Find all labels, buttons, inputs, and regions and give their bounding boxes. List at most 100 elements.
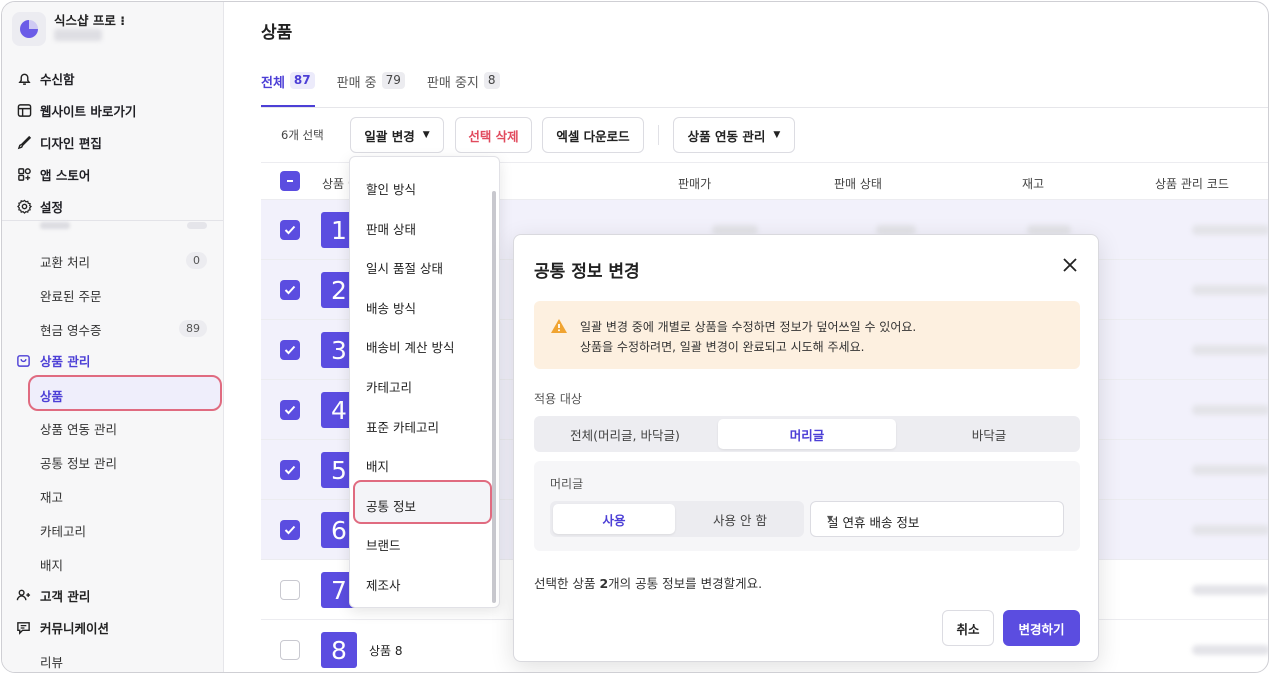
sidebar-item-completed[interactable]: 완료된 주문	[40, 286, 101, 305]
product-name[interactable]: 상품 8	[369, 642, 403, 659]
blurred-cell	[1192, 465, 1268, 475]
menu-item[interactable]: 제조사	[366, 575, 401, 594]
menu-item[interactable]: 카테고리	[366, 377, 412, 396]
common-info-select[interactable]: 설 연휴 배송 정보 ▼	[810, 501, 1064, 537]
blurred-cell	[1192, 345, 1268, 355]
bell-icon	[16, 70, 32, 86]
use-option-off[interactable]: 사용 안 함	[679, 504, 801, 534]
row-checkbox[interactable]	[280, 460, 300, 480]
sidebar-item-stock[interactable]: 재고	[40, 487, 63, 506]
use-option-on[interactable]: 사용	[553, 504, 675, 534]
sidebar-item-inbox[interactable]: 수신함	[2, 62, 223, 94]
tab-on-sale[interactable]: 판매 중 79	[337, 70, 405, 107]
sidebar-item-design[interactable]: 디자인 편집	[2, 126, 223, 158]
clipped-item	[40, 222, 70, 229]
row-checkbox[interactable]	[280, 520, 300, 540]
sidebar-item-product-link[interactable]: 상품 연동 관리	[40, 419, 117, 438]
column-header[interactable]: 상품 관리 코드	[1155, 175, 1229, 192]
status-tabs: 전체 87 판매 중 79 판매 중지 8	[261, 70, 522, 107]
app-window: 식스샵 프로 ⁝ 수신함 웹사이트 바로가기 디자인 편집 앱 스토어 설정 교…	[1, 1, 1269, 673]
blurred-cell	[1192, 525, 1268, 535]
column-header[interactable]: 판매가	[678, 175, 711, 192]
menu-scrollbar[interactable]	[492, 191, 496, 603]
dialog-title: 공통 정보 변경	[534, 262, 640, 282]
warning-banner: 일괄 변경 중에 개별로 상품을 수정하면 정보가 덮어쓰일 수 있어요. 상품…	[534, 301, 1080, 369]
table-toolbar: 6개 선택 일괄 변경 ▼ 선택 삭제 엑셀 다운로드 상품 연동 관리 ▼	[261, 117, 1261, 153]
confirm-button[interactable]: 변경하기	[1003, 610, 1080, 646]
count-badge: 0	[186, 252, 207, 269]
tab-all[interactable]: 전체 87	[261, 70, 315, 107]
sidebar-item-label: 앱 스토어	[40, 167, 91, 183]
menu-item[interactable]: 브랜드	[366, 535, 401, 554]
column-header[interactable]: 판매 상태	[834, 175, 882, 192]
brush-icon	[16, 134, 32, 150]
sidebar-divider	[2, 220, 223, 221]
excel-download-button[interactable]: 엑셀 다운로드	[542, 117, 644, 153]
sidebar-item-category[interactable]: 카테고리	[40, 521, 86, 540]
product-thumbnail[interactable]: 8	[321, 632, 357, 668]
menu-item[interactable]: 일시 품절 상태	[366, 258, 443, 277]
sidebar-item-review[interactable]: 리뷰	[40, 652, 63, 671]
count-badge: 89	[179, 320, 207, 337]
tab-stopped[interactable]: 판매 중지 8	[427, 70, 500, 107]
menu-item[interactable]: 배송비 계산 방식	[366, 337, 454, 356]
sidebar-item-common-info[interactable]: 공통 정보 관리	[40, 453, 117, 472]
gear-icon	[16, 198, 32, 214]
select-all-checkbox[interactable]	[280, 171, 300, 191]
caret-down-icon: ▼	[773, 130, 781, 140]
minus-icon	[287, 180, 293, 182]
sidebar: 식스샵 프로 ⁝ 수신함 웹사이트 바로가기 디자인 편집 앱 스토어 설정 교…	[2, 2, 224, 672]
sidebar-item-badge[interactable]: 배지	[40, 555, 63, 574]
tab-label: 판매 중지	[426, 76, 479, 91]
column-header[interactable]: 재고	[1022, 175, 1044, 192]
blurred-cell	[1192, 645, 1268, 655]
tab-label: 전체	[261, 76, 285, 91]
menu-item[interactable]: 배송 방식	[366, 298, 416, 317]
toolbar-divider	[658, 125, 659, 145]
sidebar-item-receipt[interactable]: 현금 영수증	[40, 320, 101, 339]
row-checkbox[interactable]	[280, 220, 300, 240]
sidebar-group-customers[interactable]: 고객 관리	[16, 586, 90, 605]
button-label: 일괄 변경	[364, 128, 415, 144]
sidebar-item-label: 디자인 편집	[40, 135, 102, 151]
sidebar-item-website[interactable]: 웹사이트 바로가기	[2, 94, 223, 126]
sidebar-nav: 수신함 웹사이트 바로가기 디자인 편집 앱 스토어 설정	[2, 62, 223, 222]
menu-item[interactable]: 공통 정보	[366, 496, 416, 515]
row-checkbox[interactable]	[280, 580, 300, 600]
common-info-dialog: 공통 정보 변경 일괄 변경 중에 개별로 상품을 수정하면 정보가 덮어쓰일 …	[513, 234, 1099, 662]
blurred-cell	[1192, 285, 1268, 295]
row-checkbox[interactable]	[280, 640, 300, 660]
sidebar-item-settings[interactable]: 설정	[2, 190, 223, 222]
sidebar-group-label: 고객 관리	[40, 589, 91, 604]
sidebar-item-exchange[interactable]: 교환 처리	[40, 252, 90, 271]
sidebar-group-products[interactable]: 상품 관리	[16, 351, 90, 370]
target-option-header[interactable]: 머리글	[718, 419, 896, 449]
caret-down-icon: ▼	[827, 514, 834, 523]
cancel-button[interactable]: 취소	[942, 610, 994, 646]
bag-icon	[16, 353, 32, 369]
page-title: 상품	[261, 23, 293, 43]
delete-selected-button[interactable]: 선택 삭제	[455, 117, 532, 153]
summary-part: 개의 공통 정보를 변경할게요.	[608, 576, 763, 591]
button-label: 상품 연동 관리	[687, 128, 766, 144]
sidebar-group-communication[interactable]: 커뮤니케이션	[16, 618, 109, 637]
sidebar-item-label: 설정	[40, 199, 64, 215]
caret-down-icon: ▼	[422, 130, 430, 140]
check-icon	[284, 225, 296, 235]
target-option-footer[interactable]: 바닥글	[901, 419, 1077, 449]
store-switcher[interactable]: 식스샵 프로 ⁝	[12, 10, 222, 50]
menu-item[interactable]: 할인 방식	[366, 179, 416, 198]
row-checkbox[interactable]	[280, 340, 300, 360]
menu-item[interactable]: 판매 상태	[366, 219, 416, 238]
sidebar-item-products[interactable]: 상품	[28, 375, 222, 411]
target-option-all[interactable]: 전체(머리글, 바닥글)	[537, 419, 713, 449]
sidebar-item-appstore[interactable]: 앱 스토어	[2, 158, 223, 190]
menu-item[interactable]: 표준 카테고리	[366, 417, 439, 436]
row-checkbox[interactable]	[280, 280, 300, 300]
menu-item[interactable]: 배지	[366, 456, 389, 475]
close-icon[interactable]	[1060, 255, 1080, 275]
bulk-edit-button[interactable]: 일괄 변경 ▼	[350, 117, 444, 153]
website-icon	[16, 102, 32, 118]
product-link-button[interactable]: 상품 연동 관리 ▼	[673, 117, 795, 153]
row-checkbox[interactable]	[280, 400, 300, 420]
